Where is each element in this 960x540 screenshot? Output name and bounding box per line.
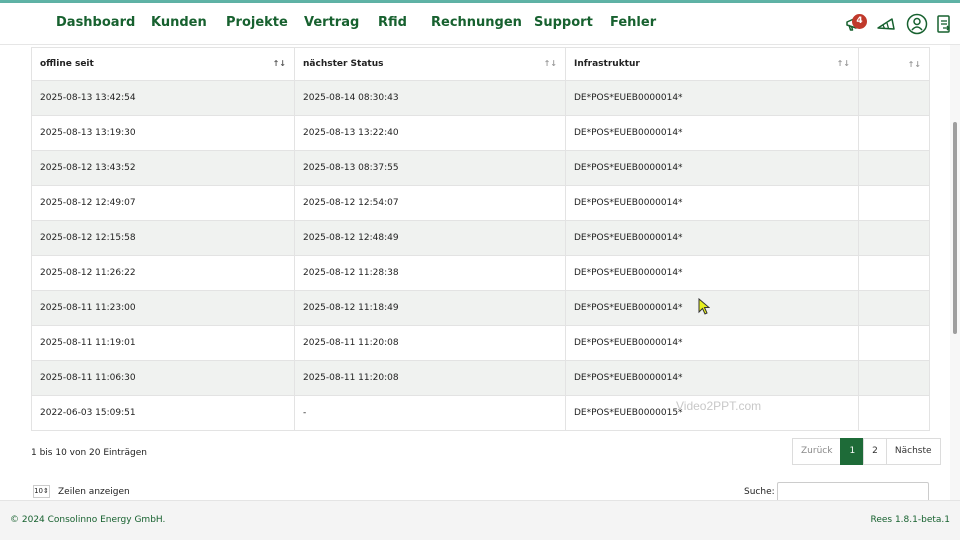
table-row: 2022-06-03 15:09:51- DE*POS*EUEB0000015* bbox=[31, 395, 930, 431]
sort-icon: ↑↓ bbox=[272, 59, 286, 68]
cell-naechster-status: 2025-08-11 11:20:08 bbox=[294, 360, 566, 396]
nav-dashboard[interactable]: Dashboard bbox=[56, 15, 135, 30]
cell-infrastruktur: DE*POS*EUEB0000014* bbox=[565, 290, 859, 326]
cell-extra bbox=[858, 80, 930, 116]
user-profile-icon[interactable] bbox=[906, 13, 928, 35]
announcement-icon[interactable] bbox=[875, 13, 897, 35]
mouse-cursor-icon bbox=[698, 298, 710, 315]
footer-copyright: © 2024 Consolinno Energy GmbH. bbox=[10, 515, 166, 525]
cell-extra bbox=[858, 325, 930, 361]
table-row: 2025-08-13 13:19:30 2025-08-13 13:22:40 DE… bbox=[31, 115, 930, 151]
nav-rechnungen[interactable]: Rechnungen bbox=[431, 15, 522, 30]
cell-naechster-status: 2025-08-11 11:20:08 bbox=[294, 325, 566, 361]
cell-offline-seit: 2025-08-11 11:06:30 bbox=[31, 360, 295, 396]
cell-offline-seit: 2022-06-03 15:09:51 bbox=[31, 395, 295, 431]
cell-offline-seit: 2025-08-12 12:15:58 bbox=[31, 220, 295, 256]
table-row: 2025-08-11 11:06:30 2025-08-11 11:20:08 DE… bbox=[31, 360, 930, 396]
cell-naechster-status: 2025-08-14 08:30:43 bbox=[294, 80, 566, 116]
table-header-row: offline seit ↑↓ nächster Status ↑↓ Infrast… bbox=[31, 47, 930, 81]
pagination-page-2[interactable]: 2 bbox=[863, 438, 887, 465]
sort-icon: ↑↓ bbox=[543, 59, 557, 68]
cell-offline-seit: 2025-08-13 13:42:54 bbox=[31, 80, 295, 116]
pagination-prev-button[interactable]: Zurück bbox=[792, 438, 842, 465]
pagination-page-1[interactable]: 1 bbox=[840, 438, 865, 465]
cell-naechster-status: 2025-08-12 11:18:49 bbox=[294, 290, 566, 326]
cell-extra bbox=[858, 115, 930, 151]
scrollbar-thumb[interactable] bbox=[953, 122, 957, 334]
page-length-label: Zeilen anzeigen bbox=[58, 486, 130, 497]
cell-offline-seit: 2025-08-12 12:49:07 bbox=[31, 185, 295, 221]
cell-infrastruktur: DE*POS*EUEB0000014* bbox=[565, 255, 859, 291]
page-length-select[interactable]: 10⇕ bbox=[33, 485, 50, 498]
main-navbar: Dashboard Kunden Projekte Vertrag Rfid R… bbox=[0, 3, 960, 45]
cell-naechster-status: 2025-08-12 11:28:38 bbox=[294, 255, 566, 291]
sort-icon: ↑↓ bbox=[836, 59, 850, 68]
nav-support[interactable]: Support bbox=[534, 15, 593, 30]
nav-projekte[interactable]: Projekte bbox=[226, 15, 288, 30]
column-header-offline-seit[interactable]: offline seit ↑↓ bbox=[31, 47, 295, 81]
table-row: 2025-08-13 13:42:54 2025-08-14 08:30:43 DE… bbox=[31, 80, 930, 116]
pagination-next-button[interactable]: Nächste bbox=[885, 438, 941, 465]
cell-extra bbox=[858, 360, 930, 396]
footer-version: Rees 1.8.1-beta.1 bbox=[870, 515, 950, 525]
column-header-naechster-status[interactable]: nächster Status ↑↓ bbox=[294, 47, 566, 81]
pagination: Zurück 1 2 Nächste bbox=[792, 438, 941, 465]
search-label: Suche: bbox=[744, 487, 775, 497]
cell-offline-seit: 2025-08-11 11:19:01 bbox=[31, 325, 295, 361]
search-input[interactable] bbox=[777, 482, 929, 500]
table-row: 2025-08-12 12:15:58 2025-08-12 12:48:49 DE… bbox=[31, 220, 930, 256]
logout-icon[interactable] bbox=[933, 13, 955, 35]
table-row: 2025-08-12 13:43:52 2025-08-13 08:37:55 DE… bbox=[31, 150, 930, 186]
page-length-control: 10⇕ Zeilen anzeigen bbox=[33, 485, 130, 498]
table-row: 2025-08-12 11:26:22 2025-08-12 11:28:38 DE… bbox=[31, 255, 930, 291]
cell-naechster-status: 2025-08-12 12:54:07 bbox=[294, 185, 566, 221]
offline-status-table: offline seit ↑↓ nächster Status ↑↓ Infrast… bbox=[31, 47, 930, 431]
main-content: offline seit ↑↓ nächster Status ↑↓ Infrast… bbox=[0, 45, 960, 500]
footer: © 2024 Consolinno Energy GmbH. Rees 1.8.… bbox=[0, 500, 960, 540]
cell-extra bbox=[858, 255, 930, 291]
cell-naechster-status: 2025-08-12 12:48:49 bbox=[294, 220, 566, 256]
sort-icon: ↑↓ bbox=[907, 59, 921, 69]
table-row: 2025-08-12 12:49:07 2025-08-12 12:54:07 DE… bbox=[31, 185, 930, 221]
cell-extra bbox=[858, 290, 930, 326]
cell-naechster-status: 2025-08-13 08:37:55 bbox=[294, 150, 566, 186]
cell-extra bbox=[858, 395, 930, 431]
watermark: Video2PPT.com bbox=[676, 399, 762, 413]
cell-offline-seit: 2025-08-12 13:43:52 bbox=[31, 150, 295, 186]
nav-kunden[interactable]: Kunden bbox=[151, 15, 207, 30]
table-info-text: 1 bis 10 von 20 Einträgen bbox=[31, 448, 147, 458]
table-row: 2025-08-11 11:23:00 2025-08-12 11:18:49 DE… bbox=[31, 290, 930, 326]
cell-infrastruktur: DE*POS*EUEB0000014* bbox=[565, 360, 859, 396]
nav-rfid[interactable]: Rfid bbox=[378, 15, 407, 30]
cell-infrastruktur: DE*POS*EUEB0000014* bbox=[565, 150, 859, 186]
column-header-infrastruktur[interactable]: Infrastruktur ↑↓ bbox=[565, 47, 859, 81]
cell-offline-seit: 2025-08-12 11:26:22 bbox=[31, 255, 295, 291]
cell-infrastruktur: DE*POS*EUEB0000014* bbox=[565, 80, 859, 116]
cell-naechster-status: - bbox=[294, 395, 566, 431]
nav-vertrag[interactable]: Vertrag bbox=[304, 15, 359, 30]
cell-infrastruktur: DE*POS*EUEB0000014* bbox=[565, 325, 859, 361]
nav-fehler[interactable]: Fehler bbox=[610, 15, 656, 30]
table-row: 2025-08-11 11:19:01 2025-08-11 11:20:08 DE… bbox=[31, 325, 930, 361]
notification-badge: 4 bbox=[852, 14, 867, 29]
cell-infrastruktur: DE*POS*EUEB0000014* bbox=[565, 185, 859, 221]
cell-offline-seit: 2025-08-13 13:19:30 bbox=[31, 115, 295, 151]
column-header-extra[interactable]: ↑↓ bbox=[858, 47, 930, 81]
cell-extra bbox=[858, 185, 930, 221]
cell-offline-seit: 2025-08-11 11:23:00 bbox=[31, 290, 295, 326]
cell-infrastruktur: DE*POS*EUEB0000014* bbox=[565, 115, 859, 151]
cell-extra bbox=[858, 220, 930, 256]
cell-infrastruktur: DE*POS*EUEB0000014* bbox=[565, 220, 859, 256]
cell-naechster-status: 2025-08-13 13:22:40 bbox=[294, 115, 566, 151]
cell-extra bbox=[858, 150, 930, 186]
